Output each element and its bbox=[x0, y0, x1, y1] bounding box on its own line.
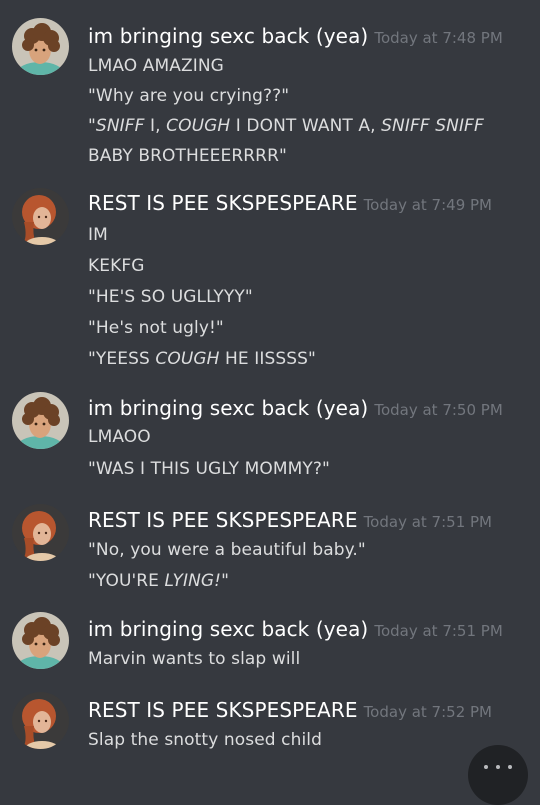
curly-hair-boy-avatar[interactable] bbox=[12, 18, 69, 75]
text-segment: "YEESS bbox=[88, 349, 156, 369]
italic-text: COUGH bbox=[166, 116, 231, 136]
italic-text: LYING! bbox=[164, 571, 222, 591]
message-text: "YEESS COUGH HE IISSSS" bbox=[88, 349, 316, 369]
more-dots-icon bbox=[484, 765, 512, 769]
message-text: "No, you were a beautiful baby." bbox=[88, 540, 366, 560]
username[interactable]: im bringing sexc back (yea) bbox=[88, 24, 368, 48]
italic-text: SNIFF SNIFF bbox=[381, 116, 484, 136]
text-segment: "No, you were a beautiful baby." bbox=[88, 540, 366, 560]
text-segment: BABY BROTHEEERRRR" bbox=[88, 146, 287, 166]
text-segment: " bbox=[88, 116, 96, 136]
text-segment: LMAOO bbox=[88, 427, 151, 447]
message-text: LMAOO bbox=[88, 427, 151, 447]
message-text: LMAO AMAZING bbox=[88, 56, 224, 76]
message-header: im bringing sexc back (yea) Today at 7:51… bbox=[88, 617, 503, 641]
message-text: BABY BROTHEEERRRR" bbox=[88, 146, 287, 166]
curly-hair-boy-avatar[interactable] bbox=[12, 392, 69, 449]
timestamp: Today at 7:48 PM bbox=[374, 29, 503, 47]
message-text: "SNIFF I, COUGH I DONT WANT A, SNIFF SNI… bbox=[88, 116, 484, 136]
timestamp: Today at 7:51 PM bbox=[363, 513, 492, 531]
text-segment: "Why are you crying??" bbox=[88, 86, 290, 106]
username[interactable]: im bringing sexc back (yea) bbox=[88, 396, 368, 420]
text-segment: " bbox=[221, 571, 230, 591]
text-segment: LMAO AMAZING bbox=[88, 56, 224, 76]
username[interactable]: REST IS PEE SKSPESPEARE bbox=[88, 508, 358, 532]
text-segment: Slap the snotty nosed child bbox=[88, 730, 323, 750]
timestamp: Today at 7:49 PM bbox=[363, 196, 492, 214]
red-hair-woman-avatar[interactable] bbox=[12, 188, 69, 245]
message-text: "Why are you crying??" bbox=[88, 86, 289, 106]
username[interactable]: im bringing sexc back (yea) bbox=[88, 617, 368, 641]
message-header: im bringing sexc back (yea) Today at 7:50… bbox=[88, 396, 503, 420]
username[interactable]: REST IS PEE SKSPESPEARE bbox=[88, 698, 358, 722]
floating-action-button[interactable] bbox=[468, 745, 528, 805]
text-segment: I DONT WANT A, bbox=[230, 116, 382, 136]
text-segment: I, bbox=[144, 116, 167, 136]
message-header: REST IS PEE SKSPESPEARE Today at 7:49 PM bbox=[88, 191, 492, 215]
text-segment: KEKFG bbox=[88, 256, 145, 276]
text-segment: "HE'S SO UGLLYYY" bbox=[88, 287, 253, 307]
message-text: KEKFG bbox=[88, 256, 145, 276]
text-segment: HE IISSSS" bbox=[219, 349, 316, 369]
timestamp: Today at 7:51 PM bbox=[374, 622, 503, 640]
message-text: "He's not ugly!" bbox=[88, 318, 224, 338]
text-segment: IM bbox=[88, 225, 108, 245]
message-header: REST IS PEE SKSPESPEARE Today at 7:52 PM bbox=[88, 698, 492, 722]
message-text: "HE'S SO UGLLYYY" bbox=[88, 287, 253, 307]
text-segment: "He's not ugly!" bbox=[88, 318, 224, 338]
red-hair-woman-avatar[interactable] bbox=[12, 692, 69, 749]
message-header: im bringing sexc back (yea) Today at 7:48… bbox=[88, 24, 503, 48]
message-text: "WAS I THIS UGLY MOMMY?" bbox=[88, 459, 330, 479]
red-hair-woman-avatar[interactable] bbox=[12, 504, 69, 561]
message-text: "YOU'RE LYING!" bbox=[88, 571, 229, 591]
message-text: IM bbox=[88, 225, 108, 245]
curly-hair-boy-avatar[interactable] bbox=[12, 612, 69, 669]
italic-text: COUGH bbox=[155, 349, 220, 369]
timestamp: Today at 7:50 PM bbox=[374, 401, 503, 419]
timestamp: Today at 7:52 PM bbox=[363, 703, 492, 721]
text-segment: "YOU'RE bbox=[88, 571, 165, 591]
chat-message-list: im bringing sexc back (yea) Today at 7:48… bbox=[0, 0, 540, 771]
text-segment: "WAS I THIS UGLY MOMMY?" bbox=[88, 459, 330, 479]
message-header: REST IS PEE SKSPESPEARE Today at 7:51 PM bbox=[88, 508, 492, 532]
message-text: Marvin wants to slap will bbox=[88, 649, 300, 669]
italic-text: SNIFF bbox=[95, 116, 145, 136]
username[interactable]: REST IS PEE SKSPESPEARE bbox=[88, 191, 358, 215]
text-segment: Marvin wants to slap will bbox=[88, 649, 301, 669]
message-text: Slap the snotty nosed child bbox=[88, 730, 322, 750]
